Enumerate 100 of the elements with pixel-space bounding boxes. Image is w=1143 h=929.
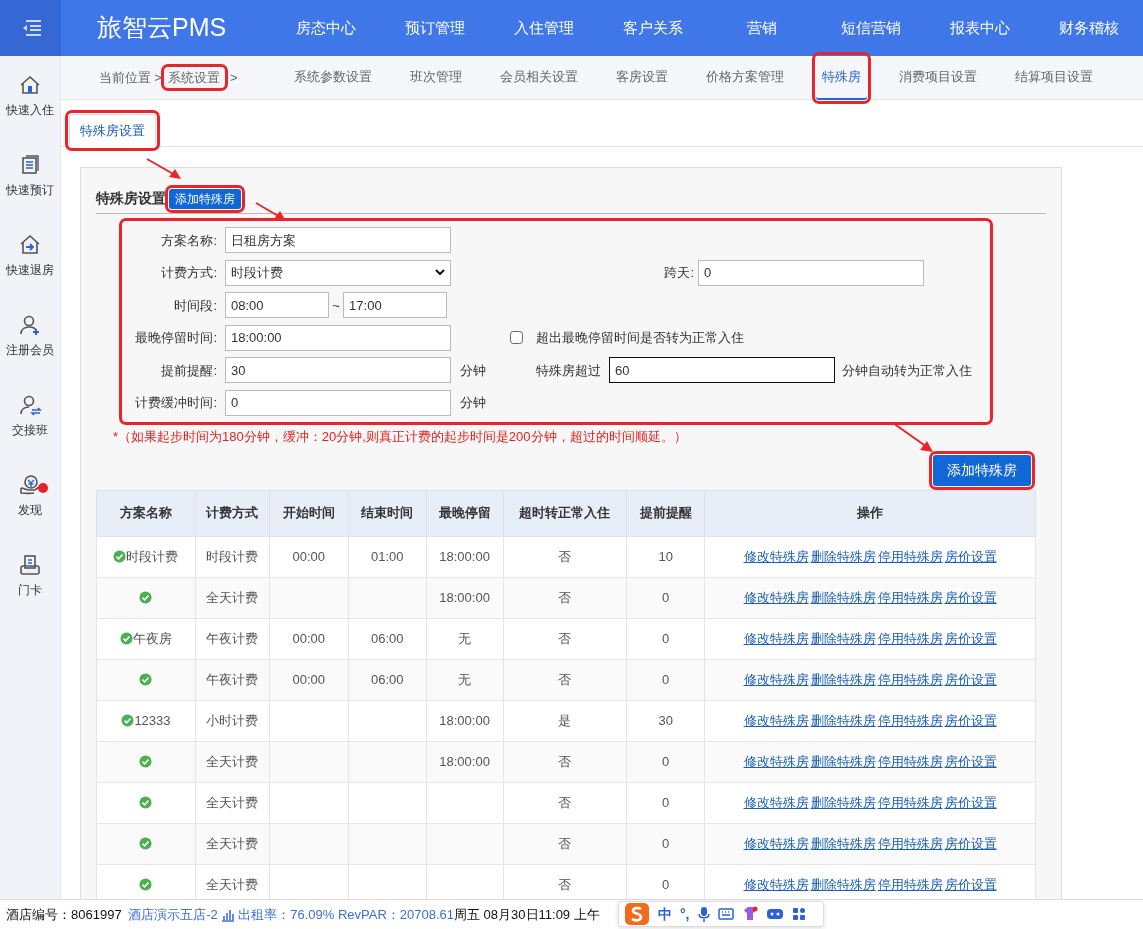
action-link[interactable]: 删除特殊房	[810, 835, 876, 851]
action-link[interactable]: 房价设置	[944, 712, 997, 728]
action-link[interactable]: 修改特殊房	[743, 876, 809, 892]
table-cell: 全天计费	[206, 835, 259, 851]
table-cell: 否	[558, 630, 572, 646]
action-link[interactable]: 修改特殊房	[743, 712, 809, 728]
action-link[interactable]: 修改特殊房	[743, 671, 809, 687]
breadcrumb-separator: >	[154, 68, 162, 87]
input-field[interactable]: 日租房方案	[225, 227, 451, 254]
action-link[interactable]: 房价设置	[944, 671, 997, 687]
action-link[interactable]: 停用特殊房	[877, 548, 943, 564]
nav-menu-item[interactable]: 入住管理	[489, 16, 598, 40]
select-field[interactable]: 时段计费	[225, 259, 451, 286]
action-link[interactable]: 房价设置	[944, 753, 997, 769]
gamepad-icon[interactable]	[765, 907, 784, 921]
table-cell: 全天计费	[206, 589, 259, 605]
house-icon	[18, 73, 42, 97]
column-header: 提前提醒	[626, 490, 705, 536]
action-link[interactable]: 删除特殊房	[810, 548, 876, 564]
input-field[interactable]: 18:00:00	[225, 324, 451, 351]
nav-menu-item[interactable]: 报表中心	[925, 16, 1034, 40]
action-link[interactable]: 停用特殊房	[877, 630, 943, 646]
shirt-icon[interactable]	[741, 906, 758, 922]
action-link[interactable]: 删除特殊房	[810, 712, 876, 728]
nav-menu-item[interactable]: 营销	[707, 16, 816, 40]
action-link[interactable]: 房价设置	[944, 794, 997, 810]
action-link[interactable]: 修改特殊房	[743, 794, 809, 810]
action-link[interactable]: 删除特殊房	[810, 876, 876, 892]
ime-mode-text[interactable]: 中	[658, 903, 672, 925]
action-link[interactable]: 房价设置	[944, 589, 997, 605]
action-link[interactable]: 修改特殊房	[743, 835, 809, 851]
action-link[interactable]: 房价设置	[944, 876, 997, 892]
input-field[interactable]: 08:00	[225, 292, 329, 319]
sidebar-label: 快速预订	[6, 182, 54, 199]
action-link[interactable]: 删除特殊房	[810, 753, 876, 769]
action-link[interactable]: 删除特殊房	[810, 630, 876, 646]
sidebar-item[interactable]: 注册会员	[0, 296, 60, 376]
action-link[interactable]: 停用特殊房	[877, 589, 943, 605]
sidebar-item[interactable]: 快速预订	[0, 136, 60, 216]
table-cell: 时段计费	[206, 548, 259, 564]
nav-menu-item[interactable]: 财务稽核	[1034, 16, 1143, 40]
microphone-icon[interactable]	[697, 906, 710, 922]
action-link[interactable]: 停用特殊房	[877, 835, 943, 851]
action-link[interactable]: 删除特殊房	[810, 671, 876, 687]
action-link[interactable]: 房价设置	[944, 835, 997, 851]
table-cell: 18:00:00	[439, 548, 490, 564]
sidebar-item[interactable]: 快速入住	[0, 56, 60, 136]
tilde-text: ~	[332, 296, 340, 315]
subnav-tab[interactable]: 会员相关设置	[493, 55, 584, 100]
table-cell: 18:00:00	[439, 753, 490, 769]
input-field[interactable]: 30	[225, 357, 451, 384]
unit-label: 分钟	[460, 394, 487, 412]
check-circle-icon	[119, 631, 133, 645]
column-header: 方案名称	[96, 490, 196, 536]
sidebar-item[interactable]: 发现	[0, 456, 60, 536]
sidebar-item[interactable]: 交接班	[0, 376, 60, 456]
table-cell: 06:00	[370, 630, 404, 646]
action-link[interactable]: 停用特殊房	[877, 671, 943, 687]
subnav-tab[interactable]: 班次管理	[403, 55, 468, 100]
subnav-tab[interactable]: 客房设置	[609, 55, 674, 100]
grid-icon[interactable]	[791, 907, 806, 921]
input-field[interactable]: 60	[609, 357, 835, 384]
sidebar-item[interactable]: 快速退房	[0, 216, 60, 296]
action-link[interactable]: 房价设置	[944, 630, 997, 646]
action-link[interactable]: 修改特殊房	[743, 630, 809, 646]
input-field[interactable]: 17:00	[343, 292, 448, 319]
nav-menu-item[interactable]: 房态中心	[271, 16, 380, 40]
subnav-tab[interactable]: 消费项目设置	[892, 55, 983, 100]
subnav-tab[interactable]: 价格方案管理	[699, 55, 790, 100]
action-link[interactable]: 修改特殊房	[743, 753, 809, 769]
nav-menu-item[interactable]: 客户关系	[598, 16, 707, 40]
field-label: 跨天:	[663, 264, 694, 282]
ime-punct-text[interactable]: °,	[680, 903, 690, 925]
subnav-tab[interactable]: 结算项目设置	[1008, 55, 1099, 100]
table-cell: 0	[662, 835, 670, 851]
action-link[interactable]: 房价设置	[944, 548, 997, 564]
nav-menu-item[interactable]: 短信营销	[816, 16, 925, 40]
convert-checkbox[interactable]	[509, 331, 523, 345]
input-field[interactable]: 0	[698, 259, 924, 286]
action-link[interactable]: 修改特殊房	[743, 589, 809, 605]
table-cell: 0	[662, 876, 670, 892]
action-link[interactable]: 删除特殊房	[810, 589, 876, 605]
action-link[interactable]: 停用特殊房	[877, 794, 943, 810]
hotel-name-link[interactable]: 酒店演示五店-2	[128, 904, 218, 925]
sidebar-label: 门卡	[18, 582, 42, 599]
action-link[interactable]: 停用特殊房	[877, 876, 943, 892]
action-link[interactable]: 删除特殊房	[810, 794, 876, 810]
column-header: 超时转正常入住	[503, 490, 627, 536]
table-cell: 午夜计费	[206, 671, 259, 687]
card-reader-icon	[18, 553, 42, 577]
nav-menu-item[interactable]: 预订管理	[380, 16, 489, 40]
sidebar-item[interactable]: 门卡	[0, 536, 60, 616]
action-link[interactable]: 停用特殊房	[877, 712, 943, 728]
input-field[interactable]: 0	[225, 389, 451, 416]
subnav-tab[interactable]: 系统参数设置	[287, 55, 378, 100]
keyboard-icon[interactable]	[717, 908, 734, 920]
action-link[interactable]: 修改特殊房	[743, 548, 809, 564]
field-label: 时间段:	[173, 296, 217, 315]
menu-button[interactable]	[0, 0, 61, 56]
action-link[interactable]: 停用特殊房	[877, 753, 943, 769]
